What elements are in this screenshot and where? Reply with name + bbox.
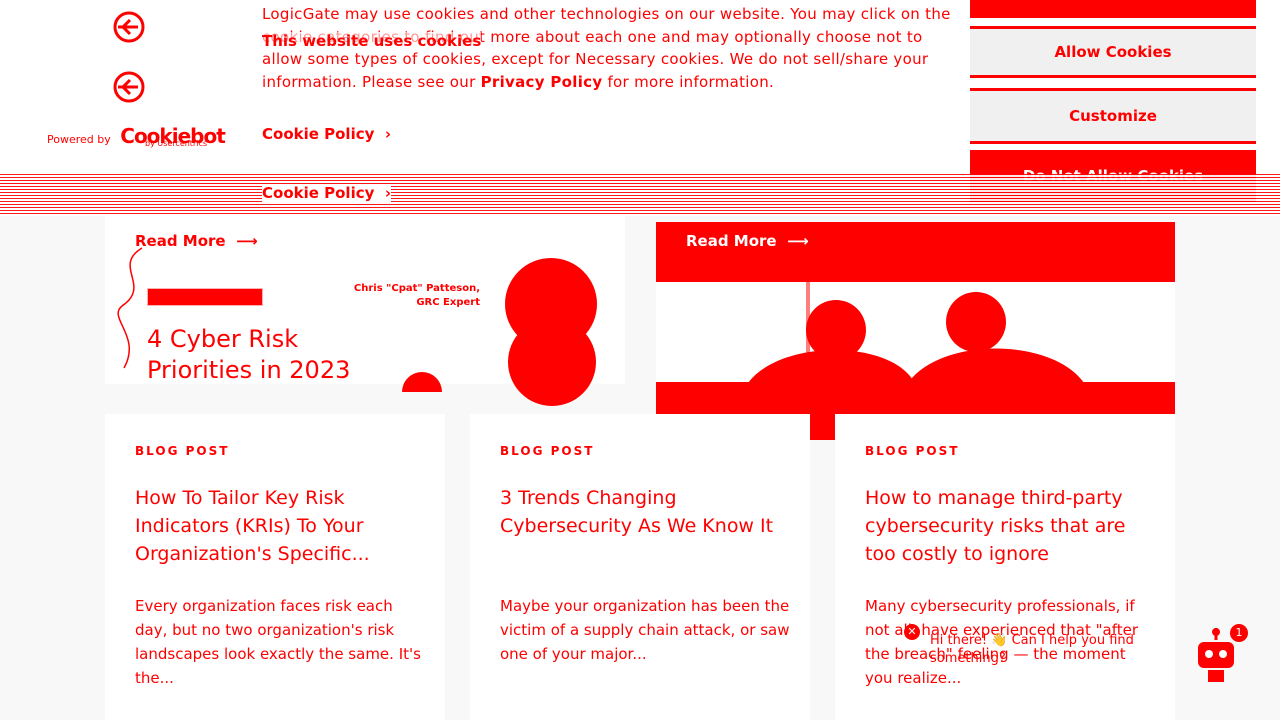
chat-greeting[interactable]: Hi there! 👋 Can I help you find somethin…	[930, 632, 1140, 668]
blog-card[interactable]: BLOG POST How to manage third-party cybe…	[835, 414, 1175, 720]
chevron-right-icon: ›	[379, 184, 392, 202]
banner-top-button[interactable]	[970, 0, 1256, 18]
blog-card[interactable]: BLOG POST 3 Trends Changing Cybersecurit…	[470, 414, 810, 720]
card-eyebrow: BLOG POST	[865, 444, 960, 458]
banner-heading: This website uses cookies	[262, 32, 482, 50]
category-tag	[147, 288, 263, 306]
arrow-right-icon: ⟶	[230, 232, 258, 250]
read-more-link[interactable]: Read More ⟶	[135, 232, 258, 250]
cookie-banner: Powered by Cookiebot by Usercentrics Log…	[0, 0, 1280, 202]
chevron-right-icon: ›	[379, 125, 392, 143]
card-title[interactable]: How To Tailor Key Risk Indicators (KRIs)…	[135, 484, 425, 568]
author-credit: Chris "Cpat" Patteson, GRC Expert	[340, 282, 480, 310]
chat-close-icon[interactable]: ✕	[904, 624, 920, 640]
chat-notification-badge: 1	[1230, 624, 1248, 642]
banner-shadow-strip	[0, 174, 1280, 216]
card-eyebrow: BLOG POST	[500, 444, 595, 458]
blog-card[interactable]: BLOG POST How To Tailor Key Risk Indicat…	[105, 414, 445, 720]
card-eyebrow: BLOG POST	[135, 444, 230, 458]
people-photo-icon	[746, 278, 1086, 386]
arrow-right-icon: ⟶	[781, 232, 809, 250]
card-excerpt: Every organization faces risk each day, …	[135, 597, 421, 687]
card-title[interactable]: 3 Trends Changing Cybersecurity As We Kn…	[500, 484, 790, 540]
cookiebot-sub-label: by Usercentrics	[145, 139, 208, 148]
powered-by-label: Powered by	[47, 133, 111, 146]
decorative-swirl-icon	[117, 247, 143, 369]
card-excerpt: Maybe your organization has been the vic…	[500, 597, 790, 663]
cookie-policy-link[interactable]: Cookie Policy ›	[262, 125, 391, 143]
author-name: Chris "Cpat" Patteson,	[353, 283, 480, 294]
author-role: GRC Expert	[416, 297, 480, 308]
cookie-policy-link[interactable]: Cookie Policy ›	[262, 184, 392, 202]
hero-read-more-link[interactable]: Read More ⟶	[686, 232, 809, 250]
featured-title[interactable]: 4 Cyber Risk Priorities in 2023	[147, 324, 387, 386]
author-photo	[508, 318, 596, 406]
allow-cookies-button[interactable]: Allow Cookies	[970, 26, 1256, 78]
privacy-policy-link[interactable]: Privacy Policy	[481, 73, 603, 91]
logicgate-logo-icon	[113, 11, 145, 43]
customize-button[interactable]: Customize	[970, 88, 1256, 144]
hero-image: Read More ⟶	[656, 222, 1175, 440]
card-title[interactable]: How to manage third-party cybersecurity …	[865, 484, 1155, 568]
logicgate-logo-icon	[113, 71, 145, 103]
